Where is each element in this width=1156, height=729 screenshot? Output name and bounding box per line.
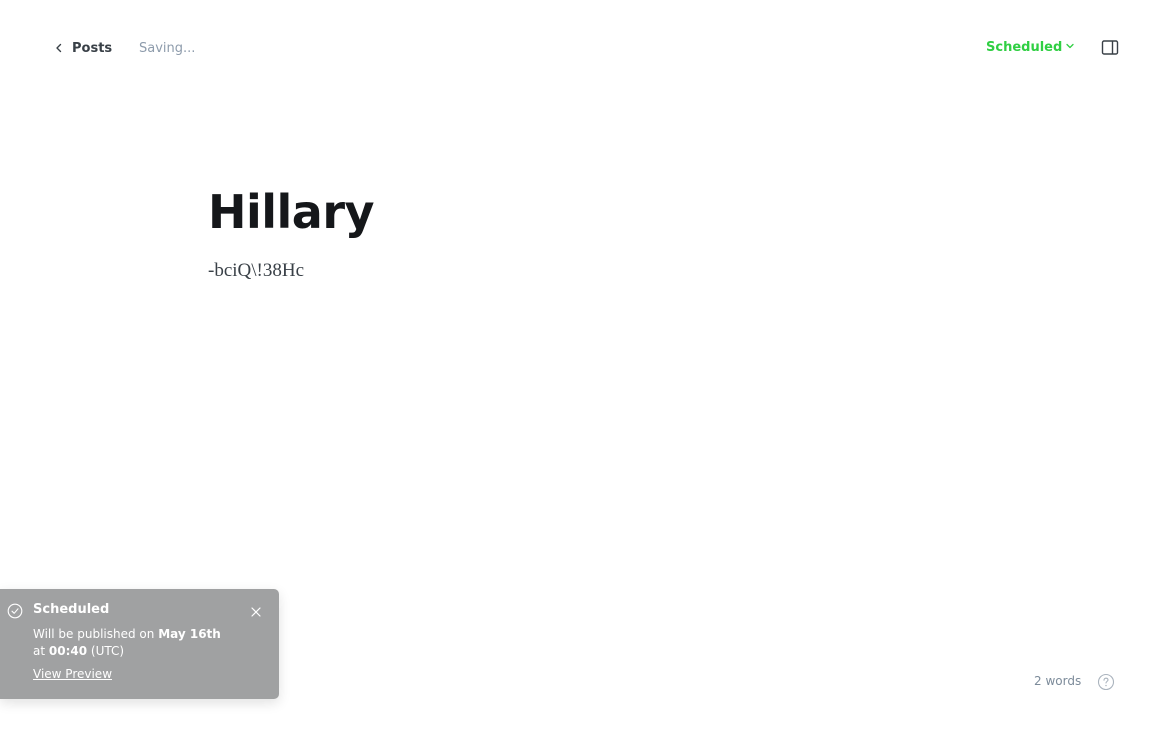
- chevron-left-icon: [54, 43, 64, 53]
- question-circle-icon: [1097, 673, 1115, 695]
- sidebar-toggle-icon: [1100, 40, 1120, 61]
- close-icon[interactable]: [249, 604, 263, 618]
- save-status: Saving...: [139, 41, 196, 56]
- editor-page: Posts Saving... Scheduled Hillary -bciQ\…: [0, 0, 1156, 729]
- notification-timezone: (UTC): [87, 644, 125, 658]
- post-status-label: Scheduled: [986, 40, 1063, 55]
- view-preview-link[interactable]: View Preview: [33, 667, 112, 681]
- notification-message: Will be published on May 16th at 00:40 (…: [33, 626, 263, 660]
- notification-time: 00:40: [48, 644, 88, 658]
- word-count: 2 words: [1034, 674, 1082, 688]
- notification-line1-prefix: Will be published on: [33, 627, 159, 641]
- chevron-down-icon: [1065, 40, 1075, 55]
- notification-date: May 16th: [158, 627, 221, 641]
- notification-title: Scheduled: [33, 602, 110, 617]
- post-body-editor[interactable]: -bciQ\!38Hc: [208, 258, 304, 284]
- post-status-dropdown[interactable]: Scheduled: [986, 40, 1075, 55]
- scheduled-notification: Scheduled Will be published on May 16th …: [0, 589, 279, 699]
- post-title[interactable]: Hillary: [208, 182, 375, 242]
- back-to-posts-link[interactable]: Posts: [54, 39, 112, 57]
- back-link-label: Posts: [72, 40, 113, 56]
- help-button[interactable]: [1097, 673, 1115, 691]
- check-circle-icon: [7, 603, 23, 619]
- notification-line2-prefix: at: [33, 644, 49, 658]
- sidebar-toggle-button[interactable]: [1100, 39, 1120, 57]
